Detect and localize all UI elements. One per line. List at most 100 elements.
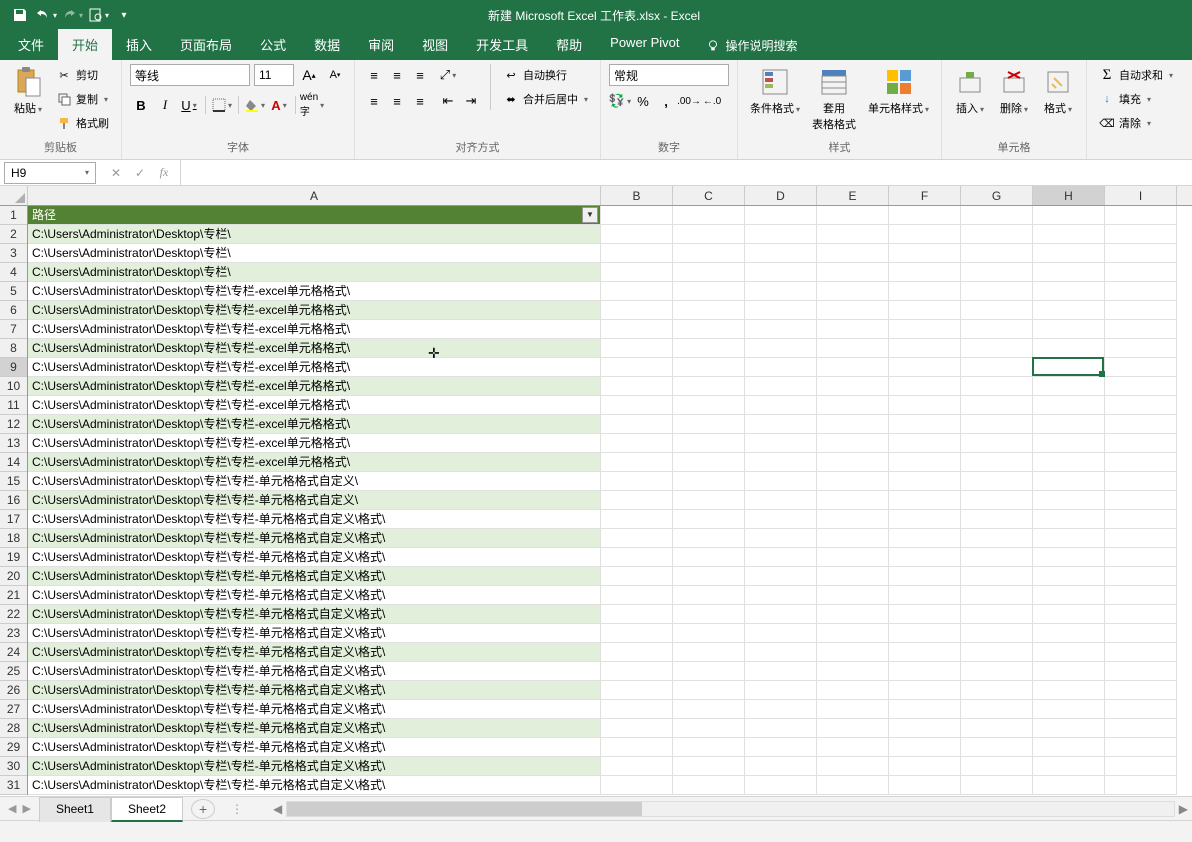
cell[interactable] xyxy=(745,301,817,320)
cell[interactable] xyxy=(961,757,1033,776)
cell[interactable] xyxy=(673,567,745,586)
col-header-B[interactable]: B xyxy=(601,186,673,205)
cell[interactable] xyxy=(601,282,673,301)
number-format-combo[interactable] xyxy=(609,64,729,86)
cell[interactable] xyxy=(961,377,1033,396)
cell[interactable] xyxy=(673,225,745,244)
cell[interactable] xyxy=(673,548,745,567)
increase-font-icon[interactable]: A▴ xyxy=(298,64,320,86)
comma-icon[interactable]: , xyxy=(655,90,677,112)
add-sheet-button[interactable]: + xyxy=(191,799,215,819)
cell[interactable] xyxy=(961,301,1033,320)
cell[interactable] xyxy=(745,681,817,700)
cell[interactable] xyxy=(817,776,889,795)
cell[interactable] xyxy=(1105,491,1177,510)
tab-split-icon[interactable]: ⋮ xyxy=(225,802,249,816)
cell[interactable] xyxy=(1105,719,1177,738)
name-box-dropdown-icon[interactable]: ▾ xyxy=(85,168,89,177)
col-header-I[interactable]: I xyxy=(1105,186,1177,205)
cell[interactable] xyxy=(601,206,673,225)
qat-customize-icon[interactable]: ▾ xyxy=(112,3,136,27)
cell[interactable] xyxy=(673,453,745,472)
row-header-8[interactable]: 8 xyxy=(0,339,27,358)
row-header-29[interactable]: 29 xyxy=(0,738,27,757)
delete-cells-button[interactable]: 删除▾ xyxy=(994,64,1034,118)
table-format-button[interactable]: 套用 表格格式 xyxy=(808,64,860,134)
cell[interactable] xyxy=(1033,396,1105,415)
font-color-button[interactable]: A▾ xyxy=(268,94,290,116)
cell[interactable] xyxy=(889,225,961,244)
row-header-12[interactable]: 12 xyxy=(0,415,27,434)
cell[interactable] xyxy=(961,453,1033,472)
cell[interactable] xyxy=(673,700,745,719)
cell[interactable] xyxy=(889,301,961,320)
cell[interactable] xyxy=(889,206,961,225)
horizontal-scrollbar[interactable]: ◀ ▶ xyxy=(269,801,1192,817)
cell[interactable] xyxy=(1105,643,1177,662)
cell[interactable] xyxy=(1033,491,1105,510)
cell[interactable] xyxy=(745,586,817,605)
cell[interactable] xyxy=(961,491,1033,510)
cell[interactable] xyxy=(817,472,889,491)
cancel-formula-icon[interactable]: ✕ xyxy=(106,163,126,183)
cell[interactable] xyxy=(601,434,673,453)
increase-indent-icon[interactable]: ⇥ xyxy=(460,90,482,112)
cell[interactable] xyxy=(1033,244,1105,263)
sheet-next-icon[interactable]: ▶ xyxy=(22,802,30,815)
cell[interactable] xyxy=(817,396,889,415)
cell[interactable] xyxy=(601,225,673,244)
cell[interactable] xyxy=(817,548,889,567)
cell[interactable] xyxy=(817,434,889,453)
tell-me-search[interactable]: 操作说明搜索 xyxy=(694,31,810,60)
row-header-28[interactable]: 28 xyxy=(0,719,27,738)
cell[interactable] xyxy=(601,719,673,738)
cell[interactable]: C:\Users\Administrator\Desktop\专栏\专栏-exc… xyxy=(28,434,601,453)
italic-button[interactable]: I xyxy=(154,94,176,116)
cell[interactable] xyxy=(1033,282,1105,301)
format-cells-button[interactable]: 格式▾ xyxy=(1038,64,1078,118)
decrease-decimal-icon[interactable]: ←.0 xyxy=(701,90,723,112)
cell[interactable] xyxy=(745,453,817,472)
cell[interactable] xyxy=(817,605,889,624)
filter-dropdown-icon[interactable]: ▼ xyxy=(582,207,598,223)
cell[interactable] xyxy=(889,548,961,567)
cell[interactable] xyxy=(601,396,673,415)
cell[interactable] xyxy=(745,776,817,795)
cell[interactable] xyxy=(673,529,745,548)
cell[interactable] xyxy=(889,320,961,339)
bold-button[interactable]: B xyxy=(130,94,152,116)
phonetic-button[interactable]: wén字▾ xyxy=(301,94,323,116)
cell[interactable] xyxy=(817,643,889,662)
cell[interactable] xyxy=(601,358,673,377)
cell[interactable]: C:\Users\Administrator\Desktop\专栏\专栏-单元格… xyxy=(28,681,601,700)
ribbon-tab-4[interactable]: 公式 xyxy=(246,29,300,60)
cell[interactable] xyxy=(961,415,1033,434)
underline-button[interactable]: U▾ xyxy=(178,94,200,116)
worksheet-grid[interactable]: ABCDEFGHI 123456789101112131415161718192… xyxy=(0,186,1192,796)
ribbon-tab-7[interactable]: 视图 xyxy=(408,29,462,60)
col-header-E[interactable]: E xyxy=(817,186,889,205)
cell[interactable] xyxy=(1033,453,1105,472)
cell[interactable] xyxy=(601,301,673,320)
cell[interactable] xyxy=(601,757,673,776)
cell[interactable] xyxy=(1105,244,1177,263)
cell[interactable] xyxy=(1105,453,1177,472)
cell[interactable] xyxy=(1105,396,1177,415)
cell[interactable] xyxy=(673,643,745,662)
row-header-5[interactable]: 5 xyxy=(0,282,27,301)
cell[interactable] xyxy=(961,738,1033,757)
cell[interactable] xyxy=(1033,586,1105,605)
row-header-18[interactable]: 18 xyxy=(0,529,27,548)
cell[interactable] xyxy=(1033,434,1105,453)
cell[interactable]: C:\Users\Administrator\Desktop\专栏\专栏-exc… xyxy=(28,320,601,339)
cell[interactable] xyxy=(745,320,817,339)
cell[interactable] xyxy=(1033,263,1105,282)
cell[interactable] xyxy=(817,244,889,263)
cell[interactable]: C:\Users\Administrator\Desktop\专栏\专栏-单元格… xyxy=(28,757,601,776)
cell[interactable] xyxy=(961,719,1033,738)
cell[interactable] xyxy=(961,681,1033,700)
formula-input[interactable] xyxy=(180,160,1192,185)
redo-icon[interactable]: ▾ xyxy=(60,3,84,27)
cell[interactable] xyxy=(673,472,745,491)
cell[interactable] xyxy=(889,757,961,776)
